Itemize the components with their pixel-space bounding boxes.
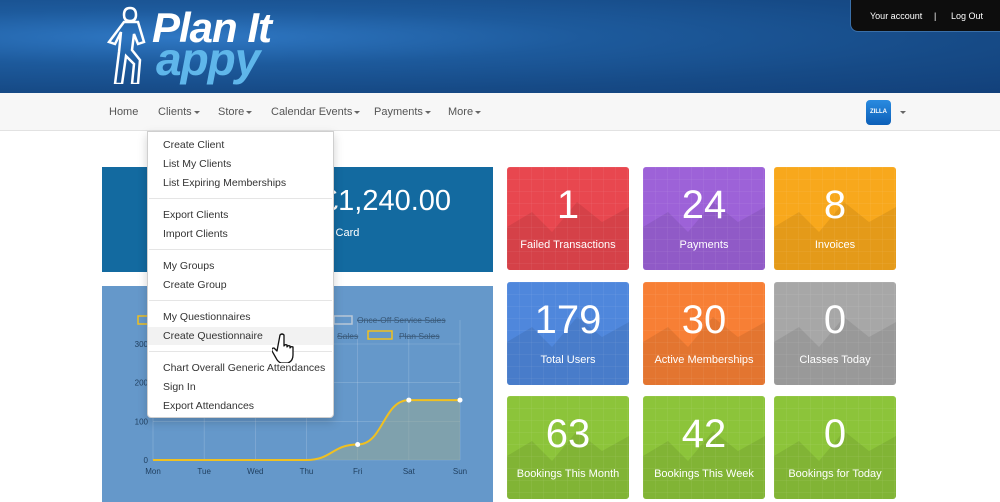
menu-divider [149,249,332,250]
stat-tile-payments[interactable]: 24 Payments [643,167,765,270]
menu-item-chart-overall-generic-attendances[interactable]: Chart Overall Generic Attendances [148,359,333,377]
stat-tile-active-memberships[interactable]: 30 Active Memberships [643,282,765,385]
user-menu-caret-icon[interactable] [900,111,906,114]
logo-text-appy: appy [156,33,260,85]
menu-item-my-groups[interactable]: My Groups [148,257,333,275]
caret-down-icon [246,110,253,114]
x-tick-label: Sat [403,467,416,476]
data-point [355,442,361,448]
menu-item-create-group[interactable]: Create Group [148,276,333,294]
stat-tile-bookings-this-month[interactable]: 63 Bookings This Month [507,396,629,499]
menu-item-export-clients[interactable]: Export Clients [148,206,333,224]
nav-label: Clients [158,106,192,118]
stat-tile-invoices[interactable]: 8 Invoices [774,167,896,270]
x-tick-label: Wed [247,467,263,476]
stat-label: Active Memberships [654,354,754,366]
stat-label: Invoices [814,239,856,251]
x-tick-label: Thu [300,467,314,476]
stat-value: 1 [556,183,580,227]
menu-item-export-attendances[interactable]: Export Attendances [148,397,333,415]
nav-label: Payments [374,106,423,118]
x-tick-label: Mon [145,467,161,476]
y-tick-label: 100 [135,417,149,426]
nav-item-clients[interactable]: Clients [158,106,200,118]
menu-item-import-clients[interactable]: Import Clients [148,225,333,243]
nav-item-calendar-events[interactable]: Calendar Events [271,106,361,118]
stat-label: Bookings This Week [654,468,754,480]
main-nav: Home Clients Store Calendar Events Payme… [0,93,1000,131]
caret-down-icon [193,110,200,114]
nav-item-store[interactable]: Store [218,106,253,118]
menu-item-list-expiring-memberships[interactable]: List Expiring Memberships [148,174,333,192]
logo[interactable]: Plan It appy [100,4,360,86]
stat-value: 179 [534,298,602,342]
clients-dropdown-menu: Create Client List My Clients List Expirin… [147,131,334,418]
header: Plan It appy Your account | Log Out [0,0,1000,93]
stat-tile-total-users[interactable]: 179 Total Users [507,282,629,385]
stat-label: Bookings This Month [516,468,620,480]
menu-divider [149,300,332,301]
menu-item-create-client[interactable]: Create Client [148,136,333,154]
nav-label: Store [218,106,245,118]
stat-tile-bookings-this-week[interactable]: 42 Bookings This Week [643,396,765,499]
nav-label: Home [109,106,139,118]
stat-label: Payments [679,239,729,251]
stat-value: 63 [545,412,591,456]
account-separator: | [934,11,937,21]
data-point [457,397,463,403]
revenue-amount: £1,240.00 [322,185,452,217]
stat-label: Failed Transactions [520,239,616,251]
stat-value: 0 [823,298,847,342]
caret-down-icon [424,110,431,114]
page: Plan It appy Your account | Log Out Home… [0,0,1000,502]
stat-value: 42 [681,412,727,456]
log-out-link[interactable]: Log Out [951,11,983,21]
legend-label-plan-sales[interactable]: Plan Sales [399,331,440,341]
hand-cursor-icon [272,333,294,363]
account-box: Your account | Log Out [850,0,1000,32]
stat-value: 8 [823,183,847,227]
legend-label-partial[interactable]: Sales [337,331,358,341]
caret-down-icon [475,110,482,114]
nav-item-more[interactable]: More [448,106,482,118]
data-point [406,397,412,403]
menu-item-list-my-clients[interactable]: List My Clients [148,155,333,173]
runner-logo-icon [106,6,146,86]
stat-label: Total Users [540,354,596,366]
legend-swatch-plan-sales [367,330,393,340]
stat-label: Bookings for Today [788,468,882,480]
stat-value: 30 [681,298,727,342]
stat-tile-bookings-for-today[interactable]: 0 Bookings for Today [774,396,896,499]
x-tick-label: Fri [353,467,363,476]
nav-label: More [448,106,474,118]
y-tick-label: 0 [144,456,149,465]
x-tick-label: Tue [197,467,211,476]
menu-divider [149,351,332,352]
nav-label: Calendar Events [271,106,353,118]
nav-item-home[interactable]: Home [109,106,138,118]
stat-tile-failed-transactions[interactable]: 1 Failed Transactions [507,167,629,270]
menu-item-sign-in[interactable]: Sign In [148,378,333,396]
nav-item-payments[interactable]: Payments [374,106,431,118]
menu-divider [149,198,332,199]
user-avatar[interactable]: ZILLA [866,100,891,125]
stat-value: 0 [823,412,847,456]
menu-item-create-questionnaire[interactable]: Create Questionnaire [148,327,333,345]
stat-label: Classes Today [799,354,871,366]
legend-label-once-off[interactable]: Once-Off Service Sales [357,315,446,325]
your-account-link[interactable]: Your account [870,11,922,21]
menu-item-my-questionnaires[interactable]: My Questionnaires [148,308,333,326]
legend-swatch-once-off [333,315,353,325]
x-tick-label: Sun [453,467,467,476]
stat-tile-classes-today[interactable]: 0 Classes Today [774,282,896,385]
stat-value: 24 [681,183,727,227]
caret-down-icon [354,110,361,114]
